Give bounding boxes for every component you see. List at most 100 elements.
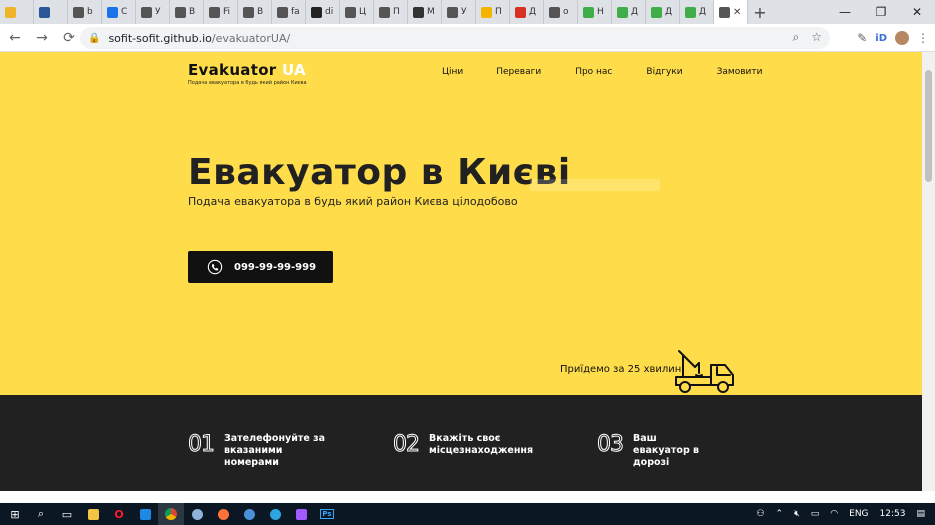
address-bar[interactable]: 🔒 sofit-sofit.github.io/evakuatorUA/ ⌕ ☆: [80, 27, 830, 49]
chevron-up-icon[interactable]: ⌃: [776, 509, 784, 519]
back-button[interactable]: ←: [3, 26, 27, 50]
logo-tagline: Подача евакуатора в будь який район Києв…: [188, 80, 307, 86]
browser-tab[interactable]: Д: [612, 0, 646, 24]
globe-icon: [379, 6, 390, 18]
app-icon[interactable]: [184, 503, 210, 525]
browser-tab[interactable]: o: [544, 0, 578, 24]
wifi-icon[interactable]: ◠: [830, 509, 838, 519]
avatar[interactable]: [895, 31, 909, 45]
browser-tab[interactable]: fa: [272, 0, 306, 24]
globe-icon: [277, 6, 288, 18]
extension-icon: [5, 6, 16, 18]
browser-tab[interactable]: di: [306, 0, 340, 24]
do-icon: [583, 6, 594, 18]
page-bottom-strip: [0, 491, 935, 503]
main-nav: Ціни Переваги Про нас Відгуки Замовити: [440, 67, 762, 77]
browser-tab[interactable]: Ц: [340, 0, 374, 24]
scrollbar-thumb[interactable]: [925, 70, 932, 182]
figma-icon[interactable]: [288, 503, 314, 525]
firefox-icon[interactable]: [210, 503, 236, 525]
browser-tab[interactable]: П: [476, 0, 510, 24]
step-text: Ваш евакуатор в дорозі: [633, 433, 700, 468]
handshake-icon: [447, 6, 458, 18]
do-icon: [685, 6, 696, 18]
language-indicator[interactable]: ENG: [849, 509, 868, 519]
browser-icon[interactable]: [236, 503, 262, 525]
nav-link-about[interactable]: Про нас: [575, 67, 612, 77]
browser-tab[interactable]: У: [136, 0, 170, 24]
call-button[interactable]: 099-99-99-999: [188, 251, 333, 283]
close-window-button[interactable]: ✕: [899, 0, 935, 24]
opera-icon[interactable]: O: [106, 503, 132, 525]
browser-tab[interactable]: Н: [578, 0, 612, 24]
browser-tab[interactable]: [0, 0, 34, 24]
lock-icon: 🔒: [88, 32, 101, 44]
extension-icon[interactable]: ✎: [857, 31, 867, 45]
nav-link-prices[interactable]: Ціни: [442, 67, 463, 77]
reload-button[interactable]: ⟳: [57, 26, 81, 50]
comment-icon: [73, 6, 84, 18]
chrome-icon[interactable]: [158, 503, 184, 525]
forward-button[interactable]: →: [30, 26, 54, 50]
nav-link-advantages[interactable]: Переваги: [496, 67, 541, 77]
menu-icon[interactable]: ⋮: [917, 31, 929, 45]
tab-label: М: [427, 7, 435, 17]
people-icon[interactable]: ⚇: [756, 509, 764, 519]
browser-tab[interactable]: Д: [680, 0, 714, 24]
browser-tab[interactable]: П: [374, 0, 408, 24]
tab-label: Д: [665, 7, 673, 17]
extension-id-icon[interactable]: iD: [875, 33, 887, 44]
file-explorer-icon[interactable]: [80, 503, 106, 525]
hero-title: Евакуатор в Києві: [188, 152, 571, 193]
windows-start-icon[interactable]: ⊞: [2, 503, 28, 525]
browser-tab[interactable]: Fi: [204, 0, 238, 24]
browser-tab-active[interactable]: ✕: [714, 0, 748, 24]
tab-label: Fi: [223, 7, 231, 17]
clock[interactable]: 12:53: [880, 509, 906, 519]
volume-muted-icon[interactable]: 🔇︎: [794, 509, 800, 519]
tab-label: o: [563, 7, 569, 17]
url-host: sofit-sofit.github.io: [108, 31, 212, 45]
telegram-icon[interactable]: [262, 503, 288, 525]
tab-label: П: [495, 7, 502, 17]
browser-tab[interactable]: В: [238, 0, 272, 24]
page-viewport: Evakuator UA Подача евакуатора в будь як…: [0, 52, 922, 491]
browser-toolbar: ← → ⟳ 🔒 sofit-sofit.github.io/evakuatorU…: [0, 24, 935, 52]
do-icon: [617, 6, 628, 18]
maximize-button[interactable]: ❐: [863, 0, 899, 24]
window-controls: — ❐ ✕: [827, 0, 935, 24]
phone-icon: [207, 259, 223, 275]
tab-label: У: [461, 7, 467, 17]
browser-tab[interactable]: С: [102, 0, 136, 24]
system-tray: ⚇ ⌃ 🔇︎ ▭ ◠ ENG 12:53 ▤: [756, 503, 935, 525]
browser-tab[interactable]: Д: [646, 0, 680, 24]
browser-tab[interactable]: М: [408, 0, 442, 24]
close-tab-icon[interactable]: ✕: [733, 7, 741, 18]
github-icon: [311, 6, 322, 18]
word-icon: [39, 6, 50, 18]
nav-link-order[interactable]: Замовити: [717, 67, 763, 77]
notification-icon[interactable]: ▤: [916, 509, 925, 519]
new-tab-button[interactable]: +: [748, 0, 772, 24]
battery-icon[interactable]: ▭: [811, 509, 820, 519]
url-path: /evakuatorUA/: [211, 31, 291, 45]
nav-link-reviews[interactable]: Відгуки: [646, 67, 682, 77]
search-icon[interactable]: ⌕: [28, 503, 54, 525]
bookmark-star-icon[interactable]: ☆: [811, 30, 822, 45]
browser-tab[interactable]: b: [68, 0, 102, 24]
browser-tab[interactable]: В: [170, 0, 204, 24]
minimize-button[interactable]: —: [827, 0, 863, 24]
tab-label: Д: [699, 7, 707, 17]
zoom-icon[interactable]: ⌕: [793, 30, 800, 45]
photoshop-icon[interactable]: Ps: [314, 503, 340, 525]
vscode-icon[interactable]: [132, 503, 158, 525]
page-scrollbar[interactable]: [922, 52, 935, 491]
browser-tab[interactable]: У: [442, 0, 476, 24]
browser-tab[interactable]: Д: [510, 0, 544, 24]
task-view-icon[interactable]: ▭: [54, 503, 80, 525]
step-number: 02: [393, 432, 421, 457]
site-logo[interactable]: Evakuator UA Подача евакуатора в будь як…: [188, 61, 307, 86]
step-number: 03: [597, 432, 625, 457]
globe-icon: [345, 6, 356, 18]
browser-tab[interactable]: [34, 0, 68, 24]
